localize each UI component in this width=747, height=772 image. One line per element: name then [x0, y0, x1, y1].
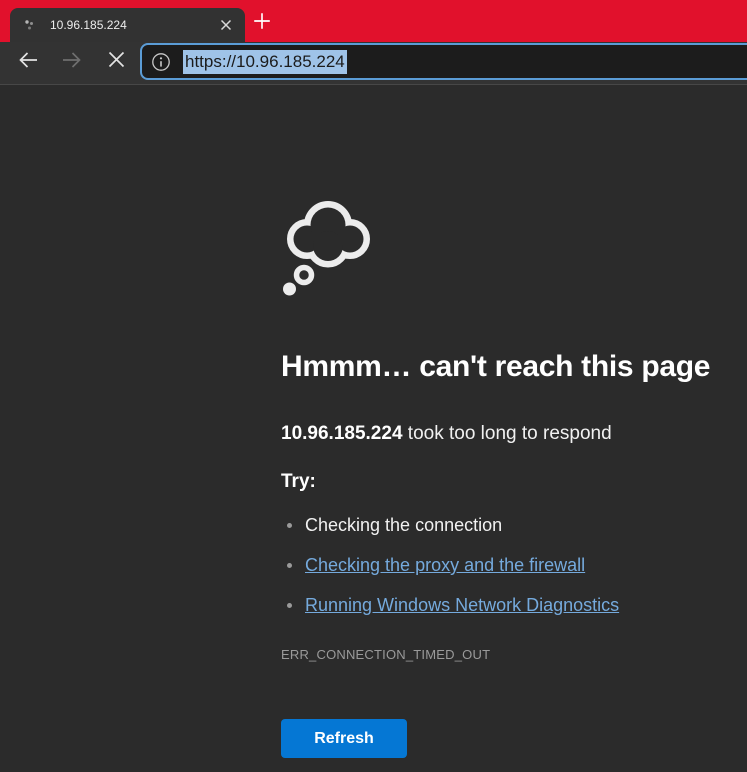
forward-button[interactable] [59, 49, 85, 75]
tab-title: 10.96.185.224 [50, 18, 216, 32]
plus-icon [251, 10, 273, 37]
browser-window: 10.96.185.224 [0, 0, 747, 772]
refresh-button[interactable]: Refresh [281, 719, 407, 758]
list-item: Running Windows Network Diagnostics [287, 595, 619, 616]
network-diagnostics-link[interactable]: Running Windows Network Diagnostics [305, 595, 619, 616]
browser-tab[interactable]: 10.96.185.224 [10, 8, 245, 42]
thought-bubble-icon [281, 196, 376, 303]
error-message-rest: took too long to respond [403, 423, 612, 444]
error-code: ERR_CONNECTION_TIMED_OUT [281, 647, 490, 662]
proxy-firewall-link[interactable]: Checking the proxy and the firewall [305, 555, 585, 576]
bullet-icon [287, 523, 292, 528]
bullet-icon [287, 563, 292, 568]
back-arrow-icon [16, 48, 40, 77]
error-page: Hmmm… can't reach this page 10.96.185.22… [0, 86, 747, 772]
new-tab-button[interactable] [250, 11, 274, 35]
forward-arrow-icon [60, 48, 84, 77]
stop-button[interactable] [103, 49, 129, 75]
error-message: 10.96.185.224 took too long to respond [281, 423, 612, 445]
list-item: Checking the proxy and the firewall [287, 555, 585, 576]
error-host: 10.96.185.224 [281, 423, 403, 444]
close-icon[interactable] [216, 15, 236, 35]
url-input[interactable]: https://10.96.185.224 [183, 50, 347, 74]
back-button[interactable] [15, 49, 41, 75]
error-title: Hmmm… can't reach this page [281, 350, 710, 384]
loading-spinner-icon [21, 17, 37, 33]
address-bar[interactable]: https://10.96.185.224 [140, 43, 747, 80]
suggestion-text: Checking the connection [305, 515, 502, 536]
info-icon[interactable] [151, 52, 171, 72]
try-label: Try: [281, 471, 316, 493]
bullet-icon [287, 603, 292, 608]
stop-x-icon [106, 49, 127, 75]
list-item: Checking the connection [287, 515, 502, 536]
tab-bar: 10.96.185.224 [0, 0, 747, 42]
